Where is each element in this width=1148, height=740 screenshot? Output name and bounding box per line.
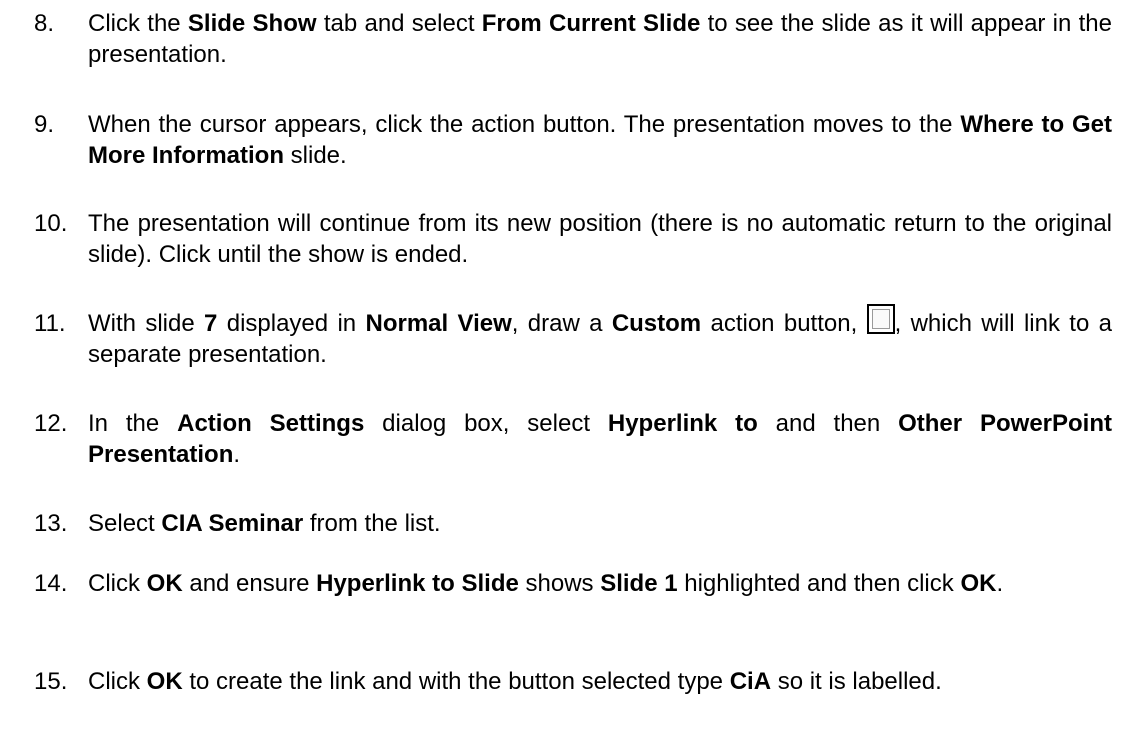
text-run: . (996, 570, 1004, 597)
bold-term: Action Settings (177, 410, 365, 437)
text-run: With slide (88, 310, 205, 337)
text-run: displayed in (217, 310, 366, 337)
text-run: The presentation will continue from its … (88, 210, 1112, 268)
custom-action-button-icon (866, 304, 895, 334)
step-text: The presentation will continue from its … (88, 208, 1112, 270)
step-text: Click OK to create the link and with the… (88, 666, 1112, 697)
bold-term: OK (146, 570, 183, 597)
text-run: to create the link and with the button s… (182, 668, 730, 695)
step-number: 15. (34, 668, 68, 695)
text-run: so it is labelled. (771, 668, 942, 695)
text-run: Click the (88, 10, 188, 37)
bold-term: Normal View (365, 310, 512, 337)
text-run: Click (88, 570, 147, 597)
step-text: Click the Slide Show tab and select From… (88, 8, 1112, 70)
text-run: When the cursor appears, click the actio… (88, 111, 961, 138)
step-text: Select CIA Seminar from the list. (88, 508, 1112, 539)
text-run: dialog box, select (364, 410, 608, 437)
text-run: , draw a (511, 310, 612, 337)
bold-term: Hyperlink to Slide (316, 570, 519, 597)
bold-term: OK (146, 668, 183, 695)
bold-term: OK (960, 570, 997, 597)
step-number: 13. (34, 510, 68, 537)
text-run: shows (518, 570, 601, 597)
bold-term: CIA Seminar (161, 510, 304, 537)
text-run: . (233, 441, 241, 468)
step-text: With slide 7 displayed in Normal View, d… (88, 304, 1112, 370)
text-run: tab and select (316, 10, 482, 37)
text-run: and then (757, 410, 899, 437)
bold-term: Slide Show (187, 10, 317, 37)
bold-term: CiA (729, 668, 772, 695)
step-text: In the Action Settings dialog box, selec… (88, 408, 1112, 470)
text-run: In the (88, 410, 178, 437)
bold-term: Custom (611, 310, 702, 337)
text-run: from the list. (303, 510, 441, 537)
step-number: 9. (34, 111, 55, 138)
bold-term: Hyperlink to (607, 410, 758, 437)
text-run: highlighted and then click (677, 570, 961, 597)
step-number: 14. (34, 570, 68, 597)
text-run: action button, (701, 310, 867, 337)
step-number: 12. (34, 410, 68, 437)
step-number: 10. (34, 210, 68, 237)
step-text: When the cursor appears, click the actio… (88, 109, 1112, 171)
step-number: 8. (34, 10, 55, 37)
bold-term: From Current Slide (481, 10, 701, 37)
text-run: and ensure (182, 570, 317, 597)
text-run: Select (88, 510, 162, 537)
step-number: 11. (34, 310, 66, 337)
step-text: Click OK and ensure Hyperlink to Slide s… (88, 568, 1112, 599)
text-run: slide. (284, 142, 347, 169)
text-run: Click (88, 668, 147, 695)
bold-term: 7 (204, 310, 218, 337)
bold-term: Slide 1 (600, 570, 678, 597)
